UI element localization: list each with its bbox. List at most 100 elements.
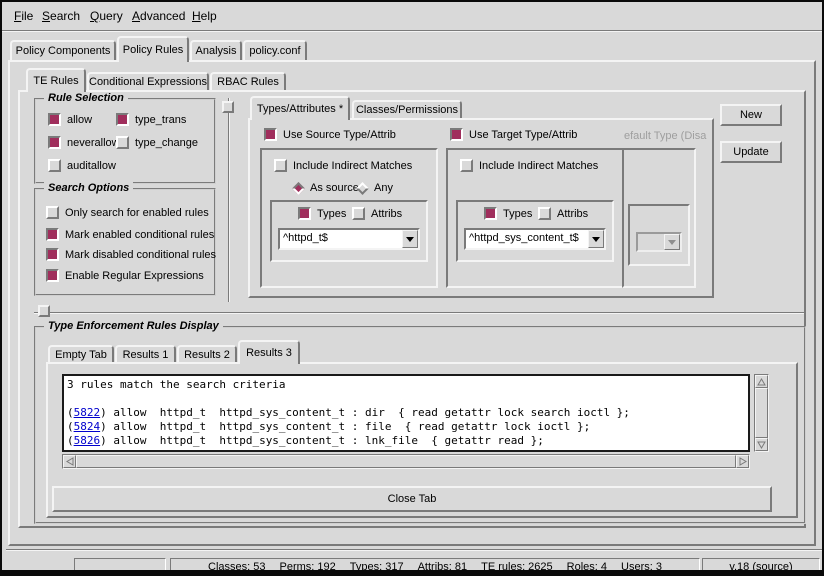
checkbox-indicator — [460, 159, 473, 172]
rule-selection-title: Rule Selection — [44, 92, 128, 104]
checkbox-indicator — [48, 159, 61, 172]
stat-users: Users: 3 — [621, 561, 662, 573]
tab-te-rules[interactable]: TE Rules — [26, 68, 86, 92]
tab-analysis[interactable]: Analysis — [190, 40, 242, 60]
vertical-sash — [228, 98, 229, 302]
checkbox-target-indirect[interactable]: Include Indirect Matches — [460, 159, 598, 172]
checkbox-only-enabled-rules[interactable]: Only search for enabled rules — [46, 206, 209, 219]
dropdown-arrow-icon[interactable] — [402, 230, 418, 248]
checkbox-source-types[interactable]: Types — [298, 207, 346, 220]
new-button[interactable]: New — [720, 104, 782, 126]
checkbox-indicator — [116, 136, 129, 149]
policy-version: v.18 (source) — [729, 561, 792, 573]
tab-results-1[interactable]: Results 1 — [115, 345, 176, 362]
rule-number-link[interactable]: 5822 — [74, 406, 101, 419]
checkbox-indicator — [116, 113, 129, 126]
checkbox-source-attribs[interactable]: Attribs — [352, 207, 402, 220]
default-type-combobox — [636, 232, 682, 252]
checkbox-target-types[interactable]: Types — [484, 207, 532, 220]
checkbox-indicator — [274, 159, 287, 172]
dropdown-arrow-icon[interactable] — [588, 230, 604, 248]
tab-policy-rules[interactable]: Policy Rules — [117, 36, 189, 62]
checkbox-indicator — [450, 128, 463, 141]
tab-classes-permissions[interactable]: Classes/Permissions — [352, 100, 462, 118]
checkbox-indicator — [46, 269, 59, 282]
checkbox-use-source-type[interactable]: Use Source Type/Attrib — [264, 128, 396, 141]
target-type-combobox[interactable]: ^httpd_sys_content_t$ — [464, 228, 606, 250]
stat-roles: Roles: 4 — [567, 561, 607, 573]
menu-help[interactable]: Help — [192, 9, 217, 23]
menu-file[interactable]: File — [14, 9, 33, 23]
rule-line: (5822) allow httpd_t httpd_sys_content_t… — [67, 406, 748, 420]
menu-bar: File Search Query Advanced Help — [2, 2, 824, 30]
checkbox-indicator — [352, 207, 365, 220]
checkbox-mark-enabled-conditional[interactable]: Mark enabled conditional rules — [46, 228, 214, 241]
checkbox-auditallow[interactable]: auditallow — [48, 159, 116, 172]
checkbox-target-attribs[interactable]: Attribs — [538, 207, 588, 220]
menu-separator — [2, 30, 824, 31]
tab-rbac-rules[interactable]: RBAC Rules — [210, 72, 286, 90]
checkbox-indicator — [48, 136, 61, 149]
checkbox-neverallow[interactable]: neverallow — [48, 136, 120, 149]
checkbox-type-change[interactable]: type_change — [116, 136, 198, 149]
dropdown-arrow-icon — [664, 234, 680, 250]
source-type-combobox[interactable]: ^httpd_t$ — [278, 228, 420, 250]
results-text-area[interactable]: 3 rules match the search criteria (5822)… — [62, 374, 750, 452]
stat-attribs: Attribs: 81 — [418, 561, 468, 573]
sash-handle[interactable] — [38, 305, 50, 317]
scroll-up-icon[interactable] — [755, 375, 768, 388]
stat-te-rules: TE rules: 2625 — [481, 561, 553, 573]
horizontal-scrollbar[interactable] — [62, 454, 750, 469]
stat-classes: Classes: 53 — [208, 561, 265, 573]
scrollbar-thumb[interactable] — [76, 455, 736, 468]
default-type-label: efault Type (Disa — [624, 130, 712, 144]
checkbox-indicator — [538, 207, 551, 220]
checkbox-type-trans[interactable]: type_trans — [116, 113, 186, 126]
statusbar-separator — [6, 549, 822, 550]
checkbox-enable-regex[interactable]: Enable Regular Expressions — [46, 269, 204, 282]
tab-empty-tab[interactable]: Empty Tab — [48, 345, 114, 362]
checkbox-indicator — [48, 113, 61, 126]
status-stats-box: Classes: 53 Perms: 192 Types: 317 Attrib… — [170, 558, 700, 575]
horizontal-sash — [34, 312, 804, 313]
menu-query[interactable]: Query — [90, 9, 123, 23]
blank-line — [67, 392, 748, 406]
tab-conditional-expressions[interactable]: Conditional Expressions — [87, 72, 209, 90]
scroll-left-icon[interactable] — [63, 455, 76, 468]
radio-any[interactable]: Any — [358, 182, 393, 194]
stat-perms: Perms: 192 — [280, 561, 336, 573]
tab-results-3[interactable]: Results 3 — [238, 340, 300, 364]
radio-indicator — [356, 182, 369, 195]
rule-line: (5826) allow httpd_t httpd_sys_content_t… — [67, 434, 748, 448]
checkbox-indicator — [46, 248, 59, 261]
update-button[interactable]: Update — [720, 141, 782, 163]
checkbox-source-indirect[interactable]: Include Indirect Matches — [274, 159, 412, 172]
vertical-scrollbar[interactable] — [754, 374, 769, 452]
menu-advanced[interactable]: Advanced — [132, 9, 185, 23]
sash-handle[interactable] — [222, 101, 234, 113]
rule-line: (5824) allow httpd_t httpd_sys_content_t… — [67, 420, 748, 434]
tab-types-attributes[interactable]: Types/Attributes * — [250, 96, 350, 120]
stat-types: Types: 317 — [350, 561, 404, 573]
checkbox-mark-disabled-conditional[interactable]: Mark disabled conditional rules — [46, 248, 216, 261]
scroll-down-icon[interactable] — [755, 438, 768, 451]
apol-window: File Search Query Advanced Help Policy C… — [0, 0, 824, 576]
checkbox-indicator — [484, 207, 497, 220]
tab-results-2[interactable]: Results 2 — [177, 345, 237, 362]
radio-indicator — [292, 182, 305, 195]
te-rules-display-title: Type Enforcement Rules Display — [44, 320, 223, 332]
status-version-box: v.18 (source) — [702, 558, 820, 575]
scrollbar-thumb[interactable] — [755, 388, 768, 438]
checkbox-allow[interactable]: allow — [48, 113, 92, 126]
rule-number-link[interactable]: 5826 — [74, 434, 101, 447]
tab-policy-conf[interactable]: policy.conf — [243, 40, 307, 60]
rule-number-link[interactable]: 5824 — [74, 420, 101, 433]
checkbox-indicator — [46, 228, 59, 241]
tab-policy-components[interactable]: Policy Components — [10, 40, 116, 60]
menu-search[interactable]: Search — [42, 9, 80, 23]
checkbox-indicator — [264, 128, 277, 141]
checkbox-use-target-type[interactable]: Use Target Type/Attrib — [450, 128, 577, 141]
scroll-right-icon[interactable] — [736, 455, 749, 468]
radio-as-source[interactable]: As source — [294, 182, 359, 194]
close-tab-button[interactable]: Close Tab — [52, 486, 772, 512]
